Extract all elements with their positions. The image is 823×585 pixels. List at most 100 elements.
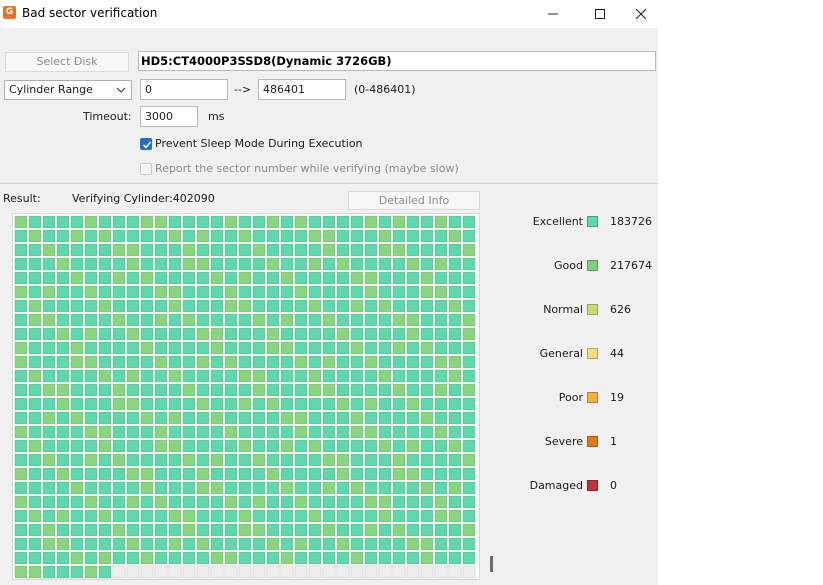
- sector-block-excellent: [336, 509, 350, 523]
- sector-block-excellent: [280, 453, 294, 467]
- sector-block-good: [98, 509, 112, 523]
- sector-block-excellent: [308, 355, 322, 369]
- sector-block-excellent: [406, 481, 420, 495]
- sector-block-good: [350, 425, 364, 439]
- sector-block-good: [448, 369, 462, 383]
- sector-block-good: [280, 481, 294, 495]
- sector-block-excellent: [196, 551, 210, 565]
- sector-block-excellent: [364, 313, 378, 327]
- sector-block-excellent: [126, 299, 140, 313]
- sector-block-excellent: [434, 299, 448, 313]
- sector-block-excellent: [154, 369, 168, 383]
- sector-block-good: [112, 383, 126, 397]
- sector-block-excellent: [266, 299, 280, 313]
- sector-block-excellent: [420, 523, 434, 537]
- sector-block-excellent: [322, 299, 336, 313]
- sector-block-excellent: [266, 243, 280, 257]
- sector-block-good: [294, 285, 308, 299]
- sector-block-good: [84, 215, 98, 229]
- sector-block-excellent: [210, 257, 224, 271]
- section-divider: [0, 183, 658, 184]
- sector-block-excellent: [378, 285, 392, 299]
- sector-block-excellent: [308, 551, 322, 565]
- sector-block-excellent: [56, 565, 70, 579]
- sector-block-good: [224, 285, 238, 299]
- sector-block-excellent: [98, 537, 112, 551]
- sector-block-good: [392, 243, 406, 257]
- sector-block-excellent: [266, 439, 280, 453]
- sector-block-good: [168, 299, 182, 313]
- minimize-button[interactable]: [530, 0, 576, 28]
- grid-scrollbar-thumb[interactable]: [490, 556, 493, 572]
- sector-block-good: [140, 481, 154, 495]
- range-to-input[interactable]: 486401: [258, 79, 346, 100]
- sector-block-excellent: [154, 411, 168, 425]
- sector-block-excellent: [42, 355, 56, 369]
- title-bar[interactable]: G Bad sector verification: [0, 0, 658, 28]
- sector-block-excellent: [462, 467, 476, 481]
- select-disk-button[interactable]: Select Disk: [5, 52, 129, 72]
- sector-block-good: [238, 509, 252, 523]
- sector-block-excellent: [406, 271, 420, 285]
- close-button[interactable]: [623, 0, 658, 28]
- legend-count: 217674: [610, 259, 652, 272]
- sector-block-good: [252, 383, 266, 397]
- prevent-sleep-checkbox[interactable]: [140, 138, 152, 150]
- sector-block-excellent: [420, 313, 434, 327]
- sector-block-excellent: [210, 509, 224, 523]
- sector-block-good: [448, 355, 462, 369]
- sector-block-excellent: [168, 313, 182, 327]
- sector-block-excellent: [322, 285, 336, 299]
- sector-block-excellent: [406, 551, 420, 565]
- sector-block-excellent: [70, 397, 84, 411]
- sector-block-good: [322, 523, 336, 537]
- range-from-input[interactable]: 0: [140, 79, 228, 100]
- sector-block-pending: [406, 565, 420, 579]
- legend-swatch: [587, 480, 598, 491]
- sector-block-excellent: [42, 257, 56, 271]
- sector-block-excellent: [280, 243, 294, 257]
- sector-block-excellent: [112, 299, 126, 313]
- sector-block-excellent: [224, 453, 238, 467]
- legend-label: Excellent: [532, 215, 583, 228]
- sector-block-excellent: [364, 551, 378, 565]
- sector-block-good: [112, 397, 126, 411]
- sector-block-excellent: [140, 495, 154, 509]
- sector-block-excellent: [420, 299, 434, 313]
- sector-block-pending: [224, 565, 238, 579]
- report-sector-checkbox[interactable]: [140, 163, 152, 175]
- sector-block-excellent: [294, 327, 308, 341]
- sector-block-excellent: [14, 299, 28, 313]
- sector-block-good: [364, 355, 378, 369]
- sector-block-excellent: [434, 453, 448, 467]
- sector-block-excellent: [126, 425, 140, 439]
- sector-block-excellent: [168, 383, 182, 397]
- sector-block-excellent: [336, 481, 350, 495]
- sector-block-excellent: [98, 467, 112, 481]
- sector-block-good: [420, 411, 434, 425]
- sector-block-good: [14, 285, 28, 299]
- sector-block-good: [14, 425, 28, 439]
- range-mode-select[interactable]: Cylinder Range: [4, 80, 132, 100]
- sector-block-excellent: [224, 313, 238, 327]
- sector-block-good: [154, 439, 168, 453]
- sector-block-excellent: [154, 327, 168, 341]
- sector-block-excellent: [28, 467, 42, 481]
- maximize-button[interactable]: [577, 0, 623, 28]
- sector-block-excellent: [112, 285, 126, 299]
- checkmark-icon: [142, 141, 152, 149]
- sector-block-excellent: [70, 369, 84, 383]
- sector-block-pending: [168, 565, 182, 579]
- sector-block-good: [126, 467, 140, 481]
- sector-block-excellent: [336, 495, 350, 509]
- sector-block-good: [56, 467, 70, 481]
- detailed-info-button[interactable]: Detailed Info: [348, 191, 480, 210]
- sector-block-excellent: [112, 467, 126, 481]
- timeout-input[interactable]: 3000: [140, 106, 198, 127]
- sector-block-excellent: [126, 215, 140, 229]
- sector-block-excellent: [112, 509, 126, 523]
- sector-block-excellent: [308, 341, 322, 355]
- sector-block-excellent: [378, 271, 392, 285]
- sector-block-good: [70, 355, 84, 369]
- sector-block-good: [434, 383, 448, 397]
